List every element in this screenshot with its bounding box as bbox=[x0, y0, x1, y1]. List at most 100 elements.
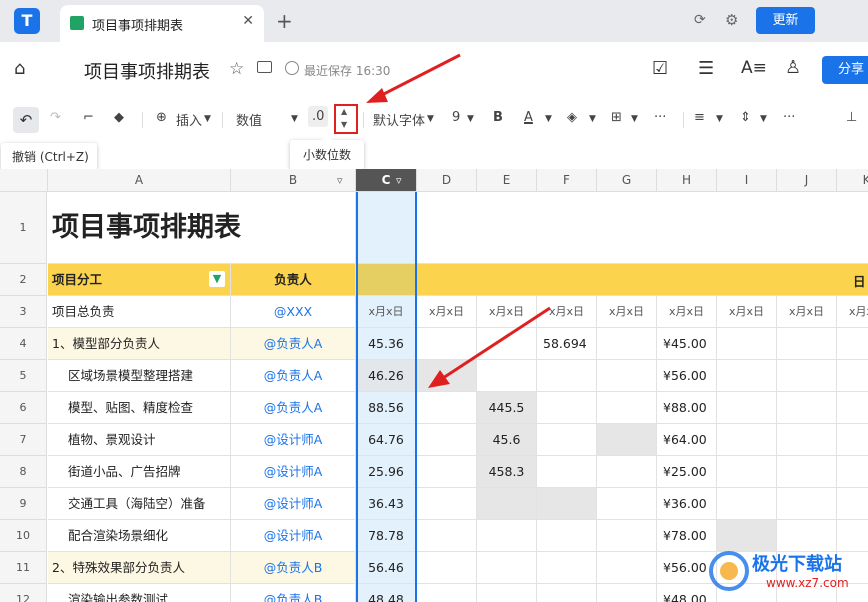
decrease-decimal-icon[interactable]: ▼ bbox=[341, 120, 347, 129]
cell[interactable] bbox=[837, 328, 868, 360]
value-cell[interactable]: 64.76 bbox=[356, 424, 417, 456]
home-icon[interactable]: ⌂ bbox=[14, 58, 25, 79]
cell[interactable] bbox=[417, 584, 477, 602]
cell[interactable] bbox=[477, 488, 537, 520]
insert-menu[interactable]: 插入 bbox=[176, 110, 202, 129]
task-cell[interactable]: 街道小品、广告招牌 bbox=[48, 456, 231, 488]
close-tab-icon[interactable]: ✕ bbox=[242, 13, 254, 29]
align-icon[interactable]: ≡ bbox=[694, 110, 705, 125]
row-header[interactable]: 9 bbox=[0, 488, 47, 520]
cell[interactable] bbox=[477, 584, 537, 602]
update-button[interactable]: 更新 bbox=[756, 7, 815, 34]
cell[interactable] bbox=[537, 584, 597, 602]
header-cell[interactable]: 负责人 bbox=[231, 264, 356, 296]
column-header[interactable]: A bbox=[48, 169, 231, 192]
cell[interactable] bbox=[717, 360, 777, 392]
size-chevron-icon[interactable]: ▼ bbox=[467, 114, 474, 124]
cell[interactable]: ¥88.00 bbox=[657, 392, 717, 424]
cell[interactable] bbox=[537, 424, 597, 456]
cell[interactable] bbox=[477, 520, 537, 552]
cell[interactable] bbox=[417, 392, 477, 424]
border-chevron-icon[interactable]: ▼ bbox=[631, 114, 638, 124]
cell[interactable] bbox=[597, 488, 657, 520]
cell[interactable] bbox=[417, 192, 868, 264]
number-format-select[interactable]: 数值 bbox=[236, 110, 262, 129]
value-cell[interactable]: 56.46 bbox=[356, 552, 417, 584]
format-painter-icon[interactable]: ⌐ bbox=[83, 110, 94, 125]
column-filter-icon[interactable]: ▿ bbox=[337, 174, 343, 187]
cell[interactable]: ¥45.00 bbox=[657, 328, 717, 360]
cell[interactable] bbox=[597, 552, 657, 584]
color-chevron-icon[interactable]: ▼ bbox=[545, 114, 552, 124]
cell[interactable] bbox=[417, 456, 477, 488]
row-header[interactable]: 6 bbox=[0, 392, 47, 424]
cell[interactable]: 445.5 bbox=[477, 392, 537, 424]
mention-cell[interactable]: @设计师A bbox=[231, 456, 356, 488]
task-cell[interactable]: 2、特殊效果部分负责人 bbox=[48, 552, 231, 584]
row-header[interactable]: 3 bbox=[0, 296, 47, 328]
cell[interactable] bbox=[597, 328, 657, 360]
cell[interactable] bbox=[597, 424, 657, 456]
cell[interactable] bbox=[777, 328, 837, 360]
eraser-icon[interactable]: ◆ bbox=[114, 110, 124, 125]
date-cell[interactable]: x月x日 bbox=[777, 296, 837, 328]
cell[interactable] bbox=[717, 488, 777, 520]
task-cell[interactable]: 植物、景观设计 bbox=[48, 424, 231, 456]
filter-icon[interactable]: ▼ bbox=[209, 271, 225, 287]
value-cell[interactable]: 46.26 bbox=[356, 360, 417, 392]
column-filter-icon[interactable]: ▿ bbox=[396, 174, 402, 187]
cell[interactable] bbox=[777, 392, 837, 424]
cell[interactable] bbox=[837, 392, 868, 424]
insert-plus-icon[interactable]: ⊕ bbox=[156, 110, 167, 125]
cell[interactable] bbox=[417, 424, 477, 456]
mention-cell[interactable]: @设计师A bbox=[231, 520, 356, 552]
app-logo[interactable]: T bbox=[14, 8, 40, 34]
refresh-icon[interactable]: ⟳ bbox=[694, 12, 706, 28]
decimal-value[interactable]: .0 bbox=[308, 106, 329, 127]
text-color-button[interactable]: A bbox=[524, 110, 533, 125]
header-cell[interactable] bbox=[356, 264, 417, 296]
redo-button[interactable]: ↷ bbox=[50, 110, 61, 125]
cell[interactable] bbox=[717, 392, 777, 424]
row-header[interactable]: 8 bbox=[0, 456, 47, 488]
cell[interactable] bbox=[417, 520, 477, 552]
date-cell[interactable]: x月x日 bbox=[657, 296, 717, 328]
cell[interactable] bbox=[717, 424, 777, 456]
value-cell[interactable]: 78.78 bbox=[356, 520, 417, 552]
row-header[interactable]: 12 bbox=[0, 584, 47, 602]
select-all-corner[interactable] bbox=[0, 169, 48, 192]
cell[interactable] bbox=[777, 488, 837, 520]
row-header[interactable]: 4 bbox=[0, 328, 47, 360]
value-cell[interactable]: 45.36 bbox=[356, 328, 417, 360]
task-cell[interactable]: 渲染输出参数测试 bbox=[48, 584, 231, 602]
cell[interactable] bbox=[537, 488, 597, 520]
font-family-select[interactable]: 默认字体 bbox=[373, 110, 425, 129]
more-options-button[interactable]: ··· bbox=[783, 110, 795, 125]
cell[interactable]: ¥36.00 bbox=[657, 488, 717, 520]
column-header-selected[interactable]: C bbox=[356, 169, 417, 192]
cell[interactable] bbox=[597, 456, 657, 488]
column-header[interactable]: D bbox=[417, 169, 477, 192]
task-cell[interactable]: 区域场景模型整理搭建 bbox=[48, 360, 231, 392]
cell[interactable] bbox=[417, 552, 477, 584]
cell[interactable] bbox=[417, 488, 477, 520]
cell[interactable] bbox=[537, 456, 597, 488]
new-tab-button[interactable]: + bbox=[276, 9, 293, 33]
value-cell[interactable]: 48.48 bbox=[356, 584, 417, 602]
date-cell[interactable]: x月x日 bbox=[356, 296, 417, 328]
header-cell[interactable]: 日 bbox=[417, 264, 868, 296]
cell[interactable] bbox=[717, 328, 777, 360]
task-cell[interactable]: 交通工具（海陆空）准备 bbox=[48, 488, 231, 520]
menu-icon[interactable]: ☰ bbox=[698, 58, 714, 79]
column-header[interactable]: K bbox=[837, 169, 868, 192]
mention-cell[interactable]: @负责人B bbox=[231, 552, 356, 584]
cell[interactable]: 458.3 bbox=[477, 456, 537, 488]
cell[interactable] bbox=[537, 392, 597, 424]
move-to-folder-icon[interactable] bbox=[257, 61, 272, 73]
cell[interactable]: ¥56.00 bbox=[657, 360, 717, 392]
column-header[interactable]: F bbox=[537, 169, 597, 192]
cell[interactable] bbox=[837, 424, 868, 456]
undo-button[interactable]: ↶ bbox=[13, 107, 39, 133]
column-header[interactable]: J bbox=[777, 169, 837, 192]
cell[interactable] bbox=[537, 520, 597, 552]
